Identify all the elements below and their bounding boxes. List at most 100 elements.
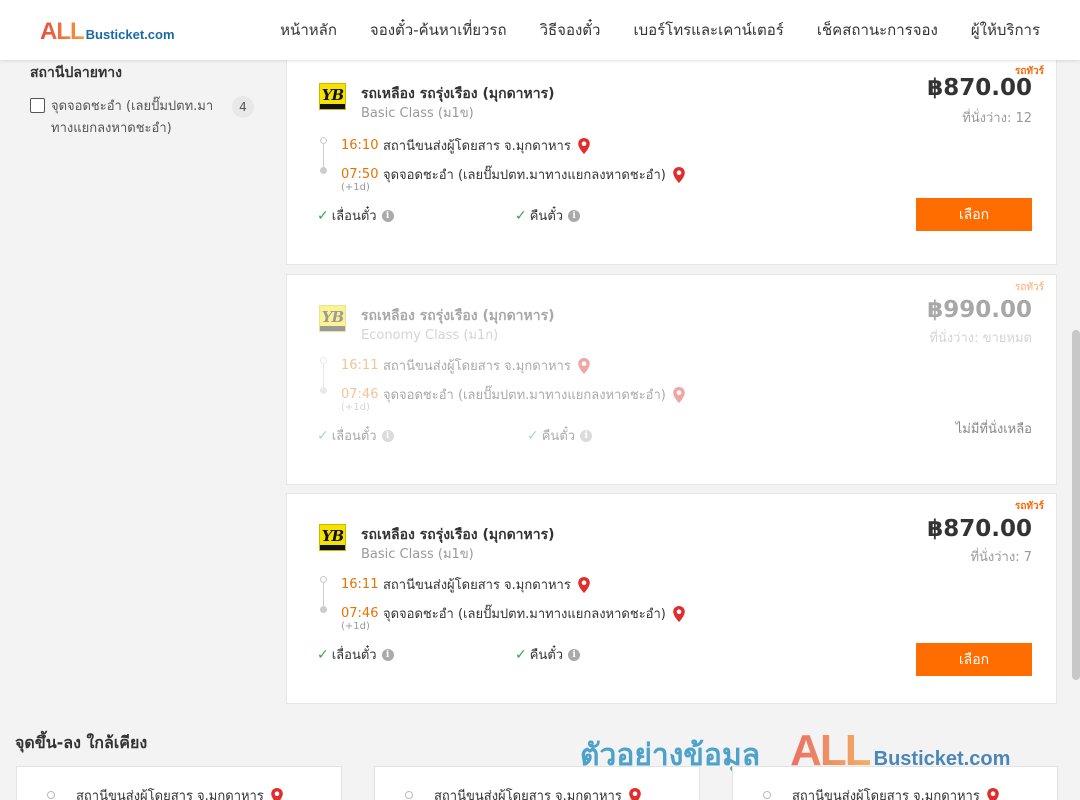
nearby-stop-label: สถานีขนส่งผู้โดยสาร จ.มุกดาหาร bbox=[76, 789, 264, 800]
location-pin-icon[interactable] bbox=[672, 386, 686, 404]
policy-change-ticket: ✓ เลื่อนตั๋ว i bbox=[317, 644, 394, 665]
policy-refund-ticket: ✓ คืนตั๋ว i bbox=[515, 205, 581, 226]
departure-place: สถานีขนส่งผู้โดยสาร จ.มุกดาหาร bbox=[383, 139, 571, 154]
departure-row: 16:11 สถานีขนส่งผู้โดยสาร จ.มุกดาหาร bbox=[341, 574, 591, 595]
trip-card: รถทัวร์ YB รถเหลือง รถรุ่งเรือง (มุกดาหา… bbox=[286, 493, 1057, 704]
select-trip-button[interactable]: เลือก bbox=[916, 198, 1032, 231]
ticket-price: ฿870.00 bbox=[927, 75, 1032, 101]
location-pin-icon[interactable] bbox=[628, 787, 642, 800]
nearby-stop-card[interactable]: สถานีขนส่งผู้โดยสาร จ.มุกดาหาร bbox=[16, 766, 342, 800]
trip-card: รถทัวร์ YB รถเหลือง รถรุ่งเรือง (มุกดาหา… bbox=[286, 58, 1057, 265]
info-icon[interactable]: i bbox=[381, 648, 394, 661]
arrival-place: จุดจอดชะอำ (เลยปั๊มปตท.มาทางแยกลงหาดชะอำ… bbox=[383, 607, 666, 622]
policy-refund-label: คืนตั๋ว bbox=[529, 648, 564, 663]
arrival-time: 07:46 bbox=[341, 387, 379, 402]
top-header: ALL Busticket.com หน้าหลัก จองตั๋ว-ค้นหา… bbox=[0, 0, 1080, 60]
destination-filter-option[interactable]: จุดจอดชะอำ (เลยปั๊มปตท.มาทางแยกลงหาดชะอำ… bbox=[30, 96, 260, 140]
info-icon[interactable]: i bbox=[568, 648, 581, 661]
arrival-time: 07:50 bbox=[341, 167, 379, 182]
nav-book-search[interactable]: จองตั๋ว-ค้นหาเที่ยวรถ bbox=[370, 18, 507, 42]
policy-change-label: เลื่อนตั๋ว bbox=[331, 429, 377, 444]
site-logo[interactable]: ALL Busticket.com bbox=[40, 18, 175, 46]
policy-refund-ticket: ✓ คืนตั๋ว i bbox=[515, 644, 581, 665]
departure-time: 16:11 bbox=[341, 358, 379, 373]
logo-domain-text: Busticket.com bbox=[85, 27, 175, 42]
nearby-stop-name: สถานีขนส่งผู้โดยสาร จ.มุกดาหาร bbox=[76, 785, 284, 800]
nav-contacts[interactable]: เบอร์โทรและเคาน์เตอร์ bbox=[633, 18, 783, 42]
no-seats-label: ไม่มีที่นั่งเหลือ bbox=[955, 422, 1032, 437]
bus-class: Economy Class (ม1ก) bbox=[361, 328, 499, 343]
nav-home[interactable]: หน้าหลัก bbox=[280, 18, 337, 42]
info-icon[interactable]: i bbox=[568, 209, 581, 222]
policy-refund-ticket: ✓ คืนตั๋ว i bbox=[527, 425, 593, 446]
policy-refund-label: คืนตั๋ว bbox=[529, 209, 564, 224]
seats-available: ที่นั่งว่าง: 12 bbox=[962, 111, 1032, 126]
next-day-indicator: (+1d) bbox=[341, 402, 370, 413]
nearby-stop-card[interactable]: สถานีขนส่งผู้โดยสาร จ.มุกดาหาร bbox=[374, 766, 700, 800]
nearby-stop-name: สถานีขนส่งผู้โดยสาร จ.มุกดาหาร bbox=[434, 785, 642, 800]
stop-dot-icon bbox=[47, 791, 55, 799]
route-timeline bbox=[320, 576, 327, 613]
bus-type-tag: รถทัวร์ bbox=[1014, 501, 1044, 512]
policy-change-label: เลื่อนตั๋ว bbox=[331, 648, 377, 663]
check-icon: ✓ bbox=[317, 427, 329, 444]
departure-place: สถานีขนส่งผู้โดยสาร จ.มุกดาหาร bbox=[383, 359, 571, 374]
departure-time: 16:11 bbox=[341, 577, 379, 592]
check-icon: ✓ bbox=[515, 646, 527, 663]
trip-card: รถทัวร์ YB รถเหลือง รถรุ่งเรือง (มุกดาหา… bbox=[286, 274, 1057, 485]
ticket-price: ฿870.00 bbox=[927, 516, 1032, 542]
next-day-indicator: (+1d) bbox=[341, 621, 370, 632]
location-pin-icon[interactable] bbox=[986, 787, 1000, 800]
departure-row: 16:10 สถานีขนส่งผู้โดยสาร จ.มุกดาหาร bbox=[341, 135, 591, 156]
check-icon: ✓ bbox=[317, 646, 329, 663]
next-day-indicator: (+1d) bbox=[341, 182, 370, 193]
logo-all-text: ALL bbox=[40, 18, 85, 45]
nearby-stop-name: สถานีขนส่งผู้โดยสาร จ.มุกดาหาร bbox=[792, 785, 1000, 800]
arrival-row: 07:46 จุดจอดชะอำ (เลยปั๊มปตท.มาทางแยกลงห… bbox=[341, 603, 686, 624]
operator-logo: YB bbox=[319, 524, 346, 551]
location-pin-icon[interactable] bbox=[270, 787, 284, 800]
location-pin-icon[interactable] bbox=[672, 605, 686, 623]
info-icon[interactable]: i bbox=[381, 209, 394, 222]
filter-sidebar: สถานีปลายทาง จุดจอดชะอำ (เลยปั๊มปตท.มาทา… bbox=[30, 60, 260, 140]
nearby-stops-title: จุดขึ้น-ลง ใกล้เคียง bbox=[15, 733, 148, 752]
destination-option-count: 4 bbox=[232, 96, 254, 118]
policy-change-ticket: ✓ เลื่อนตั๋ว i bbox=[317, 425, 394, 446]
seats-available: ที่นั่งว่าง: 7 bbox=[970, 550, 1032, 565]
main-nav: หน้าหลัก จองตั๋ว-ค้นหาเที่ยวรถ วิธีจองตั… bbox=[280, 0, 1040, 60]
arrival-place: จุดจอดชะอำ (เลยปั๊มปตท.มาทางแยกลงหาดชะอำ… bbox=[383, 388, 666, 403]
nav-how-to-book[interactable]: วิธีจองตั๋ว bbox=[540, 18, 601, 42]
nav-operators[interactable]: ผู้ให้บริการ bbox=[971, 18, 1040, 42]
destination-filter-title: สถานีปลายทาง bbox=[30, 65, 122, 81]
location-pin-icon[interactable] bbox=[577, 137, 591, 155]
bus-class: Basic Class (ม1ข) bbox=[361, 106, 474, 121]
operator-logo: YB bbox=[319, 83, 346, 110]
location-pin-icon[interactable] bbox=[577, 357, 591, 375]
policy-change-ticket: ✓ เลื่อนตั๋ว i bbox=[317, 205, 394, 226]
page-scrollbar[interactable] bbox=[1072, 330, 1080, 680]
route-timeline bbox=[320, 137, 327, 174]
destination-checkbox[interactable] bbox=[30, 98, 45, 113]
operator-logo: YB bbox=[319, 305, 346, 332]
check-icon: ✓ bbox=[527, 427, 539, 444]
bus-class: Basic Class (ม1ข) bbox=[361, 547, 474, 562]
departure-row: 16:11 สถานีขนส่งผู้โดยสาร จ.มุกดาหาร bbox=[341, 355, 591, 376]
nav-check-booking[interactable]: เช็คสถานะการจอง bbox=[817, 18, 938, 42]
policy-refund-label: คืนตั๋ว bbox=[541, 429, 576, 444]
policy-change-label: เลื่อนตั๋ว bbox=[331, 209, 377, 224]
arrival-row: 07:50 จุดจอดชะอำ (เลยปั๊มปตท.มาทางแยกลงห… bbox=[341, 164, 686, 185]
destination-option-label[interactable]: จุดจอดชะอำ (เลยปั๊มปตท.มาทางแยกลงหาดชะอำ… bbox=[51, 96, 216, 140]
check-icon: ✓ bbox=[317, 207, 329, 224]
route-timeline bbox=[320, 357, 327, 394]
info-icon[interactable]: i bbox=[580, 429, 593, 442]
nearby-stop-label: สถานีขนส่งผู้โดยสาร จ.มุกดาหาร bbox=[434, 789, 622, 800]
check-icon: ✓ bbox=[515, 207, 527, 224]
nearby-stop-card[interactable]: สถานีขนส่งผู้โดยสาร จ.มุกดาหาร bbox=[732, 766, 1058, 800]
arrival-place: จุดจอดชะอำ (เลยปั๊มปตท.มาทางแยกลงหาดชะอำ… bbox=[383, 168, 666, 183]
stop-dot-icon bbox=[405, 791, 413, 799]
info-icon[interactable]: i bbox=[381, 429, 394, 442]
select-trip-button[interactable]: เลือก bbox=[916, 643, 1032, 676]
location-pin-icon[interactable] bbox=[577, 576, 591, 594]
location-pin-icon[interactable] bbox=[672, 166, 686, 184]
departure-place: สถานีขนส่งผู้โดยสาร จ.มุกดาหาร bbox=[383, 578, 571, 593]
